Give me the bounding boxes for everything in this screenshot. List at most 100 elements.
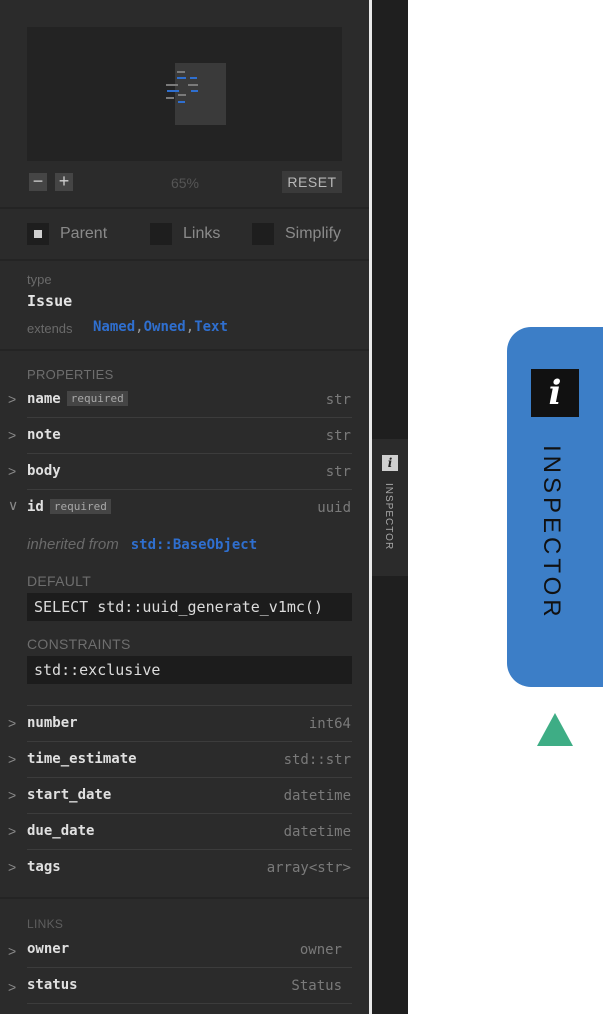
property-type: datetime xyxy=(283,824,351,840)
link-type: Status xyxy=(291,978,342,994)
simplify-checkbox[interactable] xyxy=(252,223,274,245)
properties-title: PROPERTIES xyxy=(27,367,114,382)
zoom-out-button[interactable]: − xyxy=(29,172,47,191)
link-row-status[interactable]: > status Status xyxy=(0,968,369,1004)
callout-label: INSPECTOR xyxy=(538,445,565,621)
property-name: start_date xyxy=(27,787,112,803)
property-row-id[interactable]: ∨ id required uuid xyxy=(0,490,369,526)
extends-link-named[interactable]: Named xyxy=(93,319,135,335)
minimap-node xyxy=(167,90,179,92)
info-icon: i xyxy=(531,369,579,417)
minimap-node xyxy=(178,101,185,103)
divider xyxy=(0,897,369,899)
property-type: std::str xyxy=(283,752,351,768)
zoom-level: 65% xyxy=(170,175,200,191)
property-name: note xyxy=(27,427,61,443)
inherited-label: inherited from xyxy=(27,536,119,553)
links-title: LINKS xyxy=(27,917,64,931)
property-row-time-estimate[interactable]: > time_estimate std::str xyxy=(0,742,369,778)
divider xyxy=(0,207,369,209)
chevron-right-icon[interactable]: > xyxy=(8,715,16,731)
chevron-right-icon[interactable]: > xyxy=(8,979,16,995)
minimap-node xyxy=(166,97,174,99)
info-icon: i xyxy=(382,455,398,471)
extends-separator: , xyxy=(135,319,144,335)
chevron-right-icon[interactable]: > xyxy=(8,427,16,443)
property-row-due-date[interactable]: > due_date datetime xyxy=(0,814,369,850)
property-name: due_date xyxy=(27,823,95,839)
toggle-parent[interactable]: Parent xyxy=(27,223,117,245)
property-name: time_estimate xyxy=(27,751,137,767)
chevron-right-icon[interactable]: > xyxy=(8,859,16,875)
extends-link-owned[interactable]: Owned xyxy=(144,319,186,335)
required-badge: required xyxy=(49,499,111,514)
chevron-right-icon[interactable]: > xyxy=(8,943,16,959)
property-name: id required xyxy=(27,499,111,515)
zoom-in-button[interactable]: + xyxy=(55,172,73,191)
minimap-node xyxy=(166,84,178,86)
chevron-right-icon[interactable]: > xyxy=(8,751,16,767)
link-name: status xyxy=(27,977,78,993)
type-label: type xyxy=(27,272,52,287)
chevron-right-icon[interactable]: > xyxy=(8,823,16,839)
side-tab-label: INSPECTOR xyxy=(383,483,394,551)
minimap-node xyxy=(178,94,186,96)
property-type: uuid xyxy=(317,500,351,516)
extends-link-text[interactable]: Text xyxy=(194,319,228,335)
inherited-type-link[interactable]: std::BaseObject xyxy=(131,537,257,553)
row-separator xyxy=(27,1003,352,1004)
minimap-node xyxy=(191,90,198,92)
constraints-title: CONSTRAINTS xyxy=(27,636,131,652)
property-row-start-date[interactable]: > start_date datetime xyxy=(0,778,369,814)
link-type: owner xyxy=(299,942,342,958)
divider xyxy=(0,259,369,261)
property-type: int64 xyxy=(308,716,351,732)
minimap-node xyxy=(177,77,186,79)
property-type: str xyxy=(325,464,351,480)
link-name: owner xyxy=(27,941,70,957)
inspector-tab-callout: i INSPECTOR xyxy=(507,327,603,687)
schema-minimap[interactable] xyxy=(27,27,342,161)
property-type: str xyxy=(325,428,351,444)
parent-checkbox[interactable] xyxy=(27,223,49,245)
property-name: tags xyxy=(27,859,61,875)
type-name: Issue xyxy=(27,292,73,310)
chevron-right-icon[interactable]: > xyxy=(8,787,16,803)
property-row-number[interactable]: > number int64 xyxy=(0,706,369,742)
property-row-name[interactable]: > name required str xyxy=(0,382,369,418)
link-row-owner[interactable]: > owner owner xyxy=(0,932,369,968)
extends-separator: , xyxy=(185,319,195,335)
pointer-arrow-icon xyxy=(537,713,573,746)
default-title: DEFAULT xyxy=(27,573,92,589)
chevron-right-icon[interactable]: > xyxy=(8,391,16,407)
property-name: name required xyxy=(27,391,128,407)
default-value: SELECT std::uuid_generate_v1mc() xyxy=(27,593,352,621)
extends-label: extends xyxy=(27,321,73,336)
chevron-right-icon[interactable]: > xyxy=(8,463,16,479)
toggle-label: Parent xyxy=(60,225,108,242)
extends-list: Named,Owned,Text xyxy=(93,319,228,335)
links-checkbox[interactable] xyxy=(150,223,172,245)
minimap-node xyxy=(188,84,198,86)
inspector-panel: − + 65% RESET Parent Links Simplify type… xyxy=(0,0,369,1014)
required-badge: required xyxy=(66,391,128,406)
inspector-side-tab[interactable]: i INSPECTOR xyxy=(372,439,408,576)
toggle-links[interactable]: Links xyxy=(150,223,230,245)
minimap-node xyxy=(177,71,185,73)
property-row-body[interactable]: > body str xyxy=(0,454,369,490)
reset-button[interactable]: RESET xyxy=(282,171,342,193)
expanded-row-end xyxy=(0,670,369,706)
chevron-down-icon[interactable]: ∨ xyxy=(8,497,18,514)
divider xyxy=(0,349,369,351)
inherited-from: inherited from std::BaseObject xyxy=(27,536,257,554)
property-type: array<str> xyxy=(266,860,351,876)
property-name: body xyxy=(27,463,61,479)
checkbox-check-mark xyxy=(34,230,42,238)
property-type: str xyxy=(325,392,351,408)
property-type: datetime xyxy=(283,788,351,804)
minimap-node xyxy=(190,77,197,79)
toggle-label: Simplify xyxy=(285,225,342,242)
property-row-tags[interactable]: > tags array<str> xyxy=(0,850,369,886)
property-row-note[interactable]: > note str xyxy=(0,418,369,454)
toggle-simplify[interactable]: Simplify xyxy=(252,223,347,245)
